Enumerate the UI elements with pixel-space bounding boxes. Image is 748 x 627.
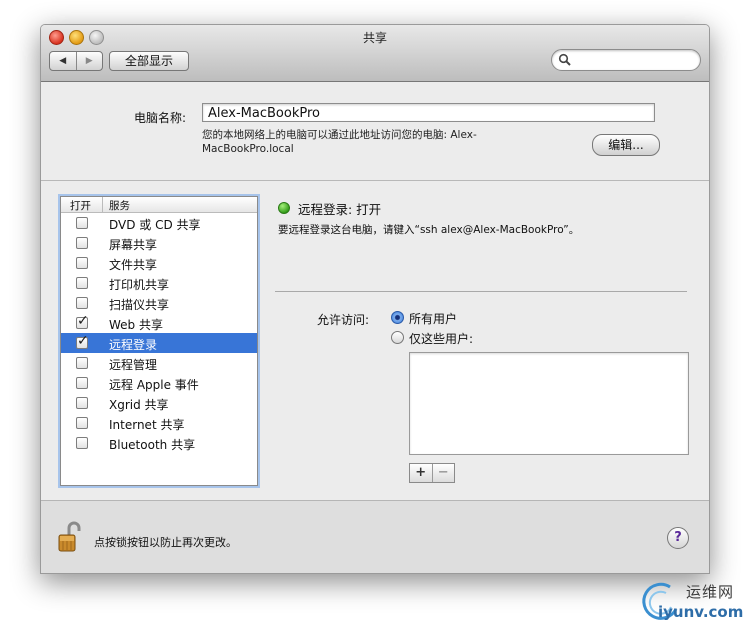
service-name: 文件共享 <box>109 258 158 272</box>
service-row[interactable]: 打印机共享 <box>61 273 257 293</box>
allowed-users-list[interactable] <box>409 352 689 455</box>
service-row[interactable]: 远程 Apple 事件 <box>61 373 257 393</box>
window-title: 共享 <box>362 31 387 45</box>
forward-button[interactable]: ▶ <box>75 52 103 70</box>
service-name: 远程管理 <box>109 358 158 372</box>
service-name: 打印机共享 <box>109 278 170 292</box>
access-label: 允许访问: <box>317 313 370 327</box>
service-hint: 要远程登录这台电脑，请键入“ssh alex@Alex-MacBookPro”。 <box>278 224 580 236</box>
service-row[interactable]: Internet 共享 <box>61 413 257 433</box>
service-row[interactable]: DVD 或 CD 共享 <box>61 213 257 233</box>
these-users-radio[interactable] <box>391 331 404 344</box>
service-checkbox[interactable] <box>76 357 88 369</box>
column-header-on[interactable]: 打开 <box>70 198 91 213</box>
edit-button[interactable]: 编辑... <box>592 134 660 156</box>
search-icon <box>558 53 571 66</box>
add-user-button[interactable]: + <box>410 464 432 482</box>
service-name: Xgrid 共享 <box>109 398 169 412</box>
back-button[interactable]: ◀ <box>50 52 76 70</box>
service-row[interactable]: 远程登录 <box>61 333 257 353</box>
service-name: 屏幕共享 <box>109 238 158 252</box>
computer-name-label: 电脑名称: <box>133 111 186 125</box>
forward-arrow-icon: ▶ <box>85 56 93 66</box>
service-name: Web 共享 <box>109 318 163 332</box>
service-name: 扫描仪共享 <box>109 298 170 312</box>
service-status: 远程登录: 打开 <box>298 202 382 217</box>
service-name: 远程 Apple 事件 <box>109 378 199 392</box>
status-indicator-icon <box>278 202 290 214</box>
service-checkbox[interactable] <box>76 417 88 429</box>
sharing-window: 共享 ◀ ▶ 全部显示 电脑名称: Alex-MacBookPro 您的本地网络… <box>40 24 710 574</box>
back-arrow-icon: ◀ <box>59 56 67 66</box>
section-divider <box>41 180 709 181</box>
service-checkbox[interactable] <box>76 333 89 349</box>
service-checkbox[interactable] <box>76 397 88 409</box>
user-list-buttons: + − <box>409 463 455 483</box>
service-checkbox[interactable] <box>76 297 88 309</box>
help-button[interactable]: ? <box>667 527 689 549</box>
services-header: 打开 服务 <box>61 197 257 213</box>
computer-name-field[interactable]: Alex-MacBookPro <box>202 103 655 122</box>
service-checkbox[interactable] <box>76 217 88 229</box>
service-row[interactable]: 屏幕共享 <box>61 233 257 253</box>
service-row[interactable]: 远程管理 <box>61 353 257 373</box>
site-watermark: 运维网 iyunv.com <box>640 577 748 627</box>
title-bar: 共享 ◀ ▶ 全部显示 <box>41 25 709 82</box>
service-name: DVD 或 CD 共享 <box>109 218 201 232</box>
service-checkbox[interactable] <box>76 257 88 269</box>
all-users-radio[interactable] <box>391 311 404 324</box>
service-checkbox[interactable] <box>76 377 88 389</box>
all-users-label[interactable]: 所有用户 <box>409 310 457 327</box>
these-users-label[interactable]: 仅这些用户: <box>409 330 473 347</box>
column-divider <box>102 197 103 212</box>
remove-user-button[interactable]: − <box>431 464 455 482</box>
nav-button-group: ◀ ▶ <box>49 51 103 71</box>
service-checkbox[interactable] <box>76 237 88 249</box>
service-row[interactable]: Xgrid 共享 <box>61 393 257 413</box>
service-name: Internet 共享 <box>109 418 185 432</box>
service-row[interactable]: Bluetooth 共享 <box>61 433 257 453</box>
watermark-site-name: 运维网 <box>686 583 735 601</box>
column-header-service[interactable]: 服务 <box>109 198 130 213</box>
service-checkbox[interactable] <box>76 277 88 289</box>
search-input[interactable] <box>574 52 696 69</box>
service-name: 远程登录 <box>109 338 158 352</box>
service-checkbox[interactable] <box>76 313 89 329</box>
service-row[interactable]: Web 共享 <box>61 313 257 333</box>
computer-address-note: 您的本地网络上的电脑可以通过此地址访问您的电脑: Alex-MacBookPro… <box>202 129 477 155</box>
watermark-domain: iyunv.com <box>658 603 744 621</box>
service-row[interactable]: 扫描仪共享 <box>61 293 257 313</box>
computer-name-section: 电脑名称: Alex-MacBookPro 您的本地网络上的电脑可以通过此地址访… <box>41 82 709 180</box>
search-field[interactable] <box>551 49 701 71</box>
service-checkbox[interactable] <box>76 437 88 449</box>
service-name: Bluetooth 共享 <box>109 438 196 452</box>
service-row[interactable]: 文件共享 <box>61 253 257 273</box>
show-all-button[interactable]: 全部显示 <box>109 51 189 71</box>
services-list[interactable]: 打开 服务 DVD 或 CD 共享屏幕共享文件共享打印机共享扫描仪共享 Web 共… <box>60 196 258 486</box>
detail-divider <box>275 291 687 292</box>
lock-message: 点按锁按钮以防止再次更改。 <box>94 536 237 549</box>
unlocked-padlock-icon[interactable] <box>58 521 82 553</box>
